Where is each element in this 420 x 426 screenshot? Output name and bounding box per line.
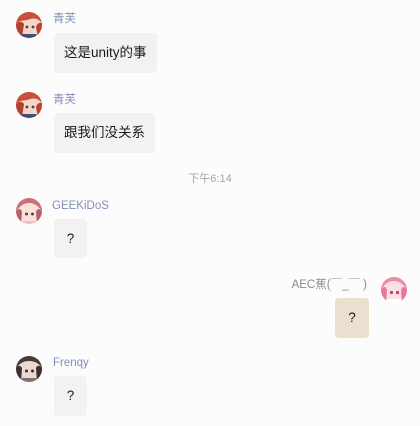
sender-name: Frenqy	[53, 357, 89, 369]
message-bubble[interactable]: ?	[54, 376, 87, 416]
avatar-qingfu-icon[interactable]	[16, 92, 42, 118]
avatar-geekidos-icon[interactable]	[16, 198, 42, 224]
message-bubble[interactable]: ?	[54, 219, 87, 258]
sender-name: 青芙	[53, 94, 76, 106]
message-bubble[interactable]: 这是unity的事	[54, 33, 157, 73]
message-bubble-self[interactable]: ?	[335, 298, 369, 338]
chat-history: 青芙 这是unity的事 青芙 跟我们没关系 下午6:14 GEEKiDoS ?	[0, 0, 420, 426]
avatar-aec-icon[interactable]	[381, 277, 407, 303]
avatar-qingfu-icon[interactable]	[16, 12, 42, 38]
avatar-frenqy-icon[interactable]	[16, 356, 42, 382]
time-divider: 下午6:14	[188, 173, 232, 185]
sender-name: GEEKiDoS	[52, 200, 109, 212]
sender-name: 青芙	[53, 13, 76, 25]
sender-name: AEC蕉(￣_￣ )	[291, 279, 367, 291]
message-bubble[interactable]: 跟我们没关系	[54, 113, 155, 153]
